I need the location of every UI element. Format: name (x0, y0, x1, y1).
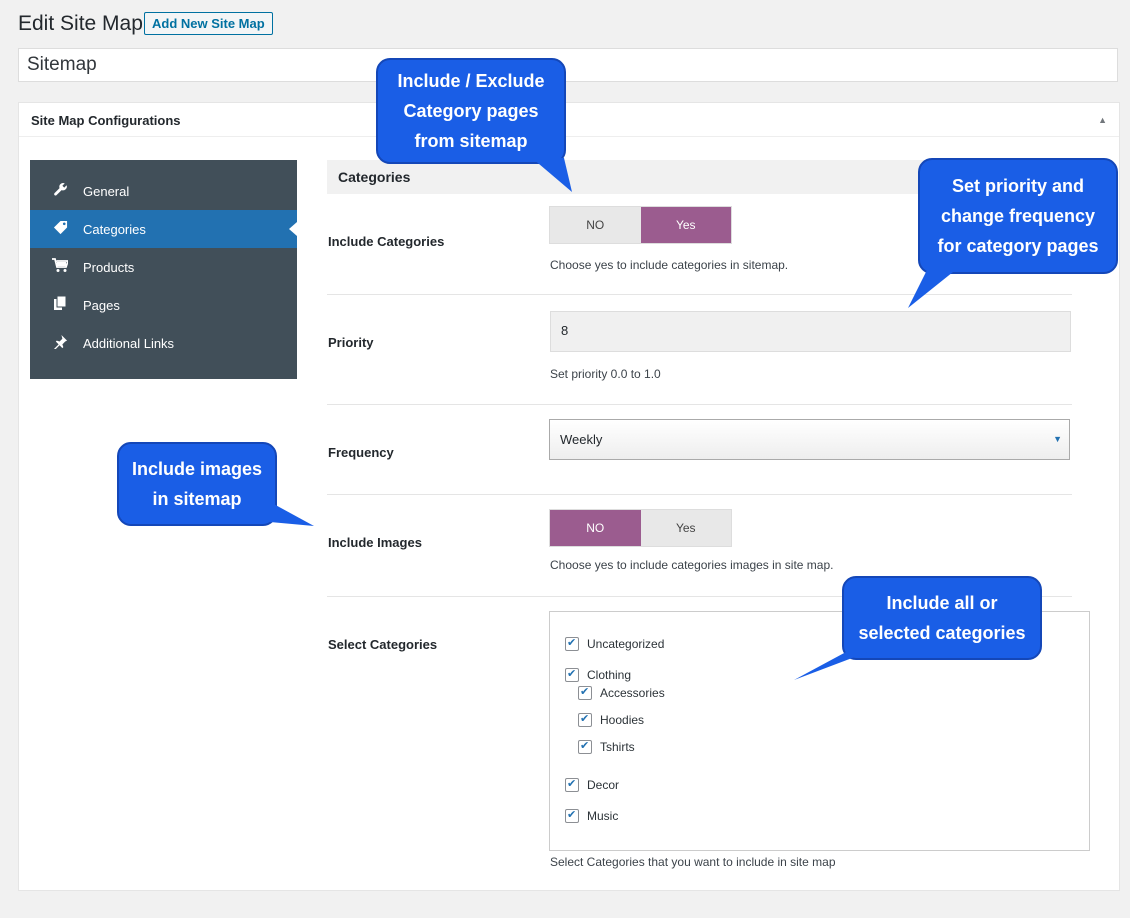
pages-icon (50, 295, 70, 314)
include-categories-help: Choose yes to include categories in site… (550, 258, 789, 272)
category-checkbox-tshirts[interactable]: Tshirts (578, 739, 635, 754)
frequency-select[interactable]: Weekly ▼ (549, 419, 1070, 460)
include-images-help: Choose yes to include categories images … (550, 558, 834, 572)
config-sidebar: General Categories Products Pages Additi… (30, 160, 297, 379)
caret-up-icon[interactable]: ▲ (1098, 115, 1107, 125)
callout-select-categories: Include all or selected categories (842, 576, 1042, 660)
tag-icon (50, 220, 70, 238)
sidebar-item-additional-links[interactable]: Additional Links (30, 324, 297, 362)
include-categories-label: Include Categories (328, 234, 445, 249)
callout-priority-frequency: Set priority and change frequency for ca… (918, 158, 1118, 274)
sidebar-item-label: General (83, 183, 130, 199)
frequency-row: Frequency Weekly ▼ (327, 405, 1072, 495)
include-categories-yes-option[interactable]: Yes (640, 207, 731, 243)
checkbox-checked-icon (578, 712, 592, 727)
callout-include-exclude: Include / Exclude Category pages from si… (376, 58, 566, 164)
checkbox-checked-icon (565, 636, 579, 651)
callout-pointer (908, 268, 958, 308)
checkbox-checked-icon (565, 777, 579, 792)
callout-pointer (270, 502, 314, 526)
frequency-selected-value: Weekly (560, 432, 603, 447)
cart-icon (50, 258, 70, 276)
sidebar-item-categories[interactable]: Categories (30, 210, 297, 248)
select-categories-label: Select Categories (328, 637, 438, 652)
frequency-label: Frequency (328, 445, 394, 460)
include-images-no-option[interactable]: NO (550, 510, 641, 546)
sidebar-item-general[interactable]: General (30, 172, 297, 210)
checkbox-checked-icon (578, 739, 592, 754)
sidebar-item-products[interactable]: Products (30, 248, 297, 286)
checkbox-checked-icon (565, 667, 579, 682)
callout-line: for category pages (937, 236, 1099, 256)
include-categories-no-option[interactable]: NO (550, 207, 641, 243)
wrench-icon (50, 182, 70, 200)
select-categories-help: Select Categories that you want to inclu… (550, 855, 836, 869)
priority-help: Set priority 0.0 to 1.0 (550, 367, 661, 381)
category-label: Clothing (587, 668, 632, 682)
category-label: Uncategorized (587, 637, 665, 651)
sidebar-item-label: Pages (83, 297, 120, 313)
sidebar-item-label: Products (83, 259, 135, 275)
callout-line: Include all or (886, 593, 998, 613)
category-label: Music (587, 809, 619, 823)
panel-title: Site Map Configurations (19, 103, 1119, 137)
callout-pointer (532, 158, 572, 192)
category-checkbox-accessories[interactable]: Accessories (578, 685, 665, 700)
category-label: Tshirts (600, 740, 635, 754)
category-checkbox-uncategorized[interactable]: Uncategorized (565, 636, 665, 651)
category-checkbox-hoodies[interactable]: Hoodies (578, 712, 645, 727)
include-images-switch[interactable]: NO Yes (549, 509, 732, 547)
callout-include-images: Include images in sitemap (117, 442, 277, 526)
callout-line: change frequency (940, 206, 1096, 226)
priority-label: Priority (328, 335, 374, 350)
priority-input[interactable]: 8 (550, 311, 1071, 352)
category-checkbox-music[interactable]: Music (565, 808, 619, 823)
checkbox-checked-icon (578, 685, 592, 700)
sidebar-item-label: Additional Links (83, 335, 175, 351)
category-checkbox-decor[interactable]: Decor (565, 777, 620, 792)
include-categories-switch[interactable]: NO Yes (549, 206, 732, 244)
callout-pointer (794, 652, 868, 680)
category-label: Hoodies (600, 713, 645, 727)
callout-line: selected categories (858, 623, 1026, 643)
include-images-yes-option[interactable]: Yes (640, 510, 731, 546)
callout-line: in sitemap (152, 489, 242, 509)
category-label: Decor (587, 778, 620, 792)
checkbox-checked-icon (565, 808, 579, 823)
sitemap-title-input[interactable]: Sitemap (18, 48, 1118, 82)
callout-line: Category pages (403, 101, 539, 121)
page-title: Edit Site Map (18, 12, 143, 35)
callout-line: Include images (131, 459, 263, 479)
callout-line: Include / Exclude (397, 71, 545, 91)
include-images-label: Include Images (328, 535, 422, 550)
callout-line: from sitemap (414, 131, 528, 151)
pin-icon (50, 334, 70, 352)
sidebar-item-label: Categories (83, 221, 146, 237)
category-checkbox-clothing[interactable]: Clothing (565, 667, 632, 682)
chevron-down-icon: ▼ (1053, 434, 1062, 444)
category-label: Accessories (600, 686, 665, 700)
sidebar-item-pages[interactable]: Pages (30, 286, 297, 324)
add-new-sitemap-button[interactable]: Add New Site Map (144, 12, 273, 35)
callout-line: Set priority and (951, 176, 1085, 196)
